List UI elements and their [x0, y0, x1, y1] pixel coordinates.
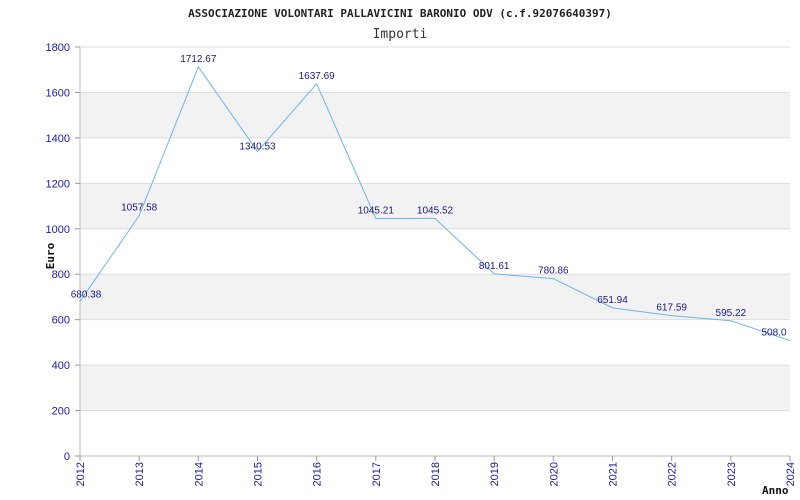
chart-subtitle: Importi: [373, 27, 428, 42]
grid-band: [80, 365, 790, 411]
x-tick-label: 2019: [489, 462, 501, 486]
y-axis-label: Euro: [44, 242, 57, 269]
x-tick-label: 2016: [312, 462, 324, 486]
x-tick-label: 2020: [548, 462, 560, 486]
grid-bands: [80, 92, 790, 411]
x-tick-label: 2014: [193, 462, 205, 486]
x-tick-label: 2022: [667, 462, 679, 486]
data-label: 780.86: [538, 266, 569, 277]
x-tick-label: 2018: [430, 462, 442, 486]
data-label: 680.38: [71, 289, 102, 300]
data-label: 1057.58: [121, 203, 158, 214]
y-tick-label: 1800: [46, 42, 70, 54]
y-tick-label: 1400: [46, 133, 70, 145]
x-axis-label: Anno: [762, 484, 789, 497]
y-tick-label: 1200: [46, 178, 70, 190]
y-tick-label: 1600: [46, 87, 70, 99]
y-tick-label: 800: [52, 269, 70, 281]
x-tick-label: 2023: [726, 462, 738, 486]
y-tick-label: 1000: [46, 224, 70, 236]
data-label: 617.59: [656, 303, 687, 314]
x-tick-label: 2021: [608, 462, 620, 486]
data-label: 1712.67: [180, 54, 217, 65]
y-tick-label: 0: [64, 451, 70, 463]
chart-title: ASSOCIAZIONE VOLONTARI PALLAVICINI BARON…: [188, 7, 612, 20]
data-label: 1045.21: [358, 206, 395, 217]
x-tick-label: 2024: [785, 462, 797, 486]
grid-band: [80, 92, 790, 138]
x-tick-label: 2017: [371, 462, 383, 486]
x-axis-ticks: 2012 2013 2014 2015 2016 2017 2018 2019 2020 2021…: [75, 456, 797, 486]
data-label: 651.94: [597, 295, 628, 306]
data-label: 1045.52: [417, 205, 454, 216]
x-tick-label: 2012: [75, 462, 87, 486]
data-label: 595.22: [716, 308, 747, 319]
y-tick-label: 400: [52, 360, 70, 372]
data-label: 1637.69: [299, 71, 336, 82]
y-tick-label: 600: [52, 315, 70, 327]
x-tick-label: 2015: [253, 462, 265, 486]
data-label: 1340.53: [239, 141, 276, 152]
data-label: 801.61: [479, 261, 510, 272]
line-chart: ASSOCIAZIONE VOLONTARI PALLAVICINI BARON…: [44, 7, 797, 497]
y-tick-label: 200: [52, 406, 70, 418]
x-tick-label: 2013: [134, 462, 146, 486]
data-label: 508.0: [761, 328, 786, 339]
